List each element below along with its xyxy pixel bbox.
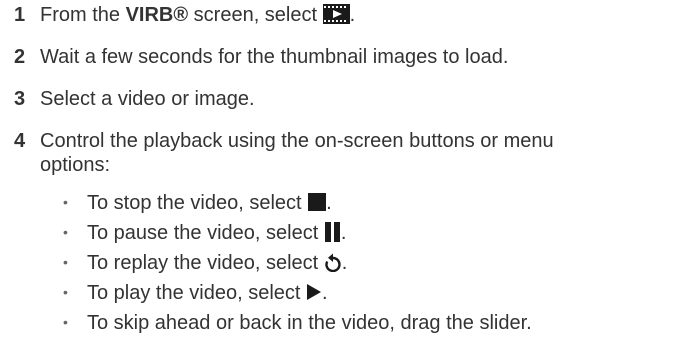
bullet-text-end: . (340, 222, 347, 244)
step-text: From the VIRB® screen, select . (40, 4, 355, 26)
bullet-stop: • To stop the video, select . (63, 190, 332, 215)
step-text: Select a video or image. (40, 88, 255, 110)
bullet-glyph: • (63, 194, 68, 210)
step-1-text-end: . (349, 4, 356, 26)
bullet-play: • To play the video, select . (63, 280, 328, 305)
step-number: 2 (14, 46, 26, 68)
pause-icon (324, 222, 341, 242)
step-1-text-start: From the (40, 4, 126, 26)
bullet-pause: • To pause the video, select . (63, 220, 346, 245)
instruction-document: 1 From the VIRB® screen, select . 2 Wait a… (0, 0, 673, 340)
stop-icon (308, 193, 327, 211)
bullet-text: To play the video, select (87, 282, 307, 304)
bullet-text-end: . (341, 252, 348, 274)
play-icon (307, 284, 322, 300)
bullet-glyph: • (63, 254, 68, 270)
bullet-glyph: • (63, 224, 68, 240)
replay-icon (325, 253, 341, 272)
step-text: Control the playback using the on-screen… (40, 130, 554, 152)
step-number: 4 (14, 130, 26, 152)
step-number: 3 (14, 88, 26, 110)
bullet-text: To replay the video, select (87, 252, 324, 274)
bullet-text-end: . (326, 192, 332, 214)
bullet-glyph: • (63, 284, 68, 300)
bullet-text: To stop the video, select (87, 192, 308, 214)
bullet-text: To skip ahead or back in the video, drag… (87, 312, 532, 334)
step-3: 3 Select a video or image. (14, 87, 255, 111)
step-1-text-middle: screen, select (188, 4, 323, 26)
step-4-continuation: options: (40, 154, 111, 176)
step-2: 2 Wait a few seconds for the thumbnail im… (14, 45, 508, 69)
bullet-replay: • To replay the video, select . (63, 250, 347, 275)
step-1: 1 From the VIRB® screen, select . (14, 3, 355, 27)
bullet-text: To pause the video, select (87, 222, 324, 244)
bullet-glyph: • (63, 314, 68, 330)
video-gallery-icon (322, 4, 350, 24)
bullet-skip: • To skip ahead or back in the video, dra… (63, 310, 532, 335)
step-text: Wait a few seconds for the thumbnail ima… (40, 46, 509, 68)
bullet-text-end: . (322, 282, 328, 304)
step-4: 4 Control the playback using the on-scree… (14, 129, 554, 153)
virb-label: VIRB® (125, 4, 189, 26)
step-number: 1 (14, 4, 26, 26)
